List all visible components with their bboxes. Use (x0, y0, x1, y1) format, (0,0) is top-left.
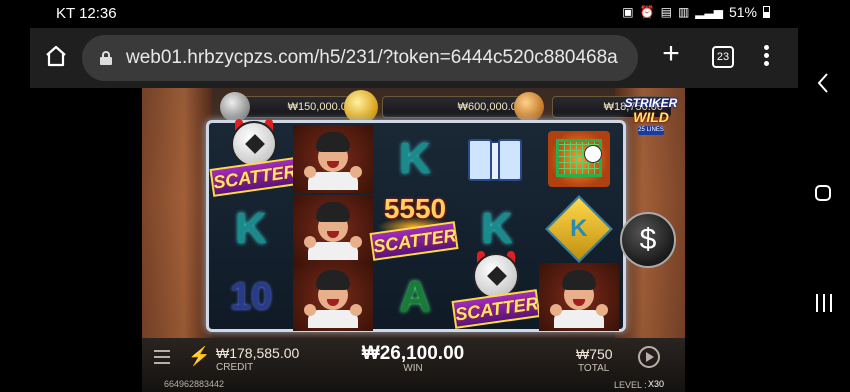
reel-cell: A (375, 263, 455, 331)
url-text[interactable]: web01.hrbzycpzs.com/h5/231/?token=6444c5… (126, 47, 618, 69)
scatter-label: SCATTER (209, 157, 299, 197)
reel-cell (539, 263, 619, 331)
phone-screen: KT 12:36 ▣ ⏰ ▤ ▥ ▂▃▅ 51% web01.hrbzycpzs… (0, 0, 850, 392)
win-label: WIN (403, 363, 423, 374)
signal-icon: ▂▃▅ (695, 5, 723, 19)
total-bet-value[interactable]: ₩750 (576, 346, 613, 362)
slot-game: ₩150,000.00 ₩600,000.00 ₩18,750.00 STRIK… (142, 88, 685, 392)
status-icons: ▣ ⏰ ▤ ▥ ▂▃▅ 51% (622, 4, 770, 20)
alarm-icon: ⏰ (639, 5, 655, 19)
jackpot-bar: ₩150,000.00 ₩600,000.00 ₩18,750.00 (212, 90, 672, 124)
credit-value: ₩178,585.00 (216, 345, 300, 361)
turbo-icon[interactable]: ⚡ (188, 346, 210, 368)
back-icon[interactable] (816, 72, 830, 94)
level-label: LEVEL : (614, 380, 647, 390)
lock-icon (100, 51, 112, 65)
symbol-a: A (399, 272, 431, 321)
reel-cell (293, 263, 373, 331)
reel-cell (539, 125, 619, 193)
buy-feature-button[interactable]: $ (620, 212, 676, 268)
reel-cell: K (539, 195, 619, 263)
player-symbol (548, 266, 610, 328)
diamond-k-symbol: K (545, 195, 613, 263)
symbol-k: K (399, 134, 431, 183)
nav-home-icon[interactable] (815, 185, 831, 201)
symbol-k: K (235, 204, 267, 253)
symbol-10: 10 (229, 275, 273, 318)
browser-toolbar: web01.hrbzycpzs.com/h5/231/?token=6444c5… (30, 28, 798, 88)
symbol-k: K (570, 215, 588, 242)
total-bet-label: TOTAL (578, 363, 610, 374)
scatter-win-symbol: 5550 SCATTER (369, 183, 459, 263)
5g-icon: ▥ (677, 5, 690, 19)
reel-cell (457, 125, 537, 193)
reel-cell: SCATTER (209, 119, 299, 197)
player-symbol (302, 128, 364, 190)
scatter-symbol: SCATTER (209, 119, 299, 199)
battery-percent: 51% (728, 4, 757, 20)
jersey-symbol (466, 131, 528, 187)
home-icon[interactable] (44, 44, 68, 68)
round-id: 664962883442 (164, 379, 225, 389)
hd-icon: ▤ (660, 5, 672, 19)
menu-icon[interactable] (154, 350, 170, 364)
address-bar[interactable]: web01.hrbzycpzs.com/h5/231/?token=6444c5… (82, 35, 638, 81)
status-bar: KT 12:36 ▣ ⏰ ▤ ▥ ▂▃▅ 51% (0, 0, 798, 28)
goal-symbol (548, 131, 610, 187)
recent-apps-icon[interactable] (816, 294, 832, 312)
reel-cell: K (211, 195, 291, 263)
new-tab-button[interactable]: + (658, 39, 684, 69)
reel-cell: 5550 SCATTER (369, 189, 459, 261)
player-symbol (302, 266, 364, 328)
silver-medal-icon (220, 92, 250, 122)
reel-cell: 10 (211, 263, 291, 331)
level-value: X30 (648, 379, 665, 389)
symbol-k: K (481, 204, 513, 253)
reel-grid: SCATTER K 10 K 5550 SCATTER A K SCATTER … (206, 119, 626, 332)
credit-label: CREDIT (216, 362, 254, 373)
more-menu-icon[interactable] (758, 42, 774, 70)
gold-medal-icon (344, 90, 378, 124)
autoplay-icon[interactable] (638, 346, 660, 368)
scatter-symbol: SCATTER (451, 251, 541, 331)
game-logo: STRIKER WILD 25 LINES (620, 94, 682, 136)
bronze-medal-icon (514, 92, 544, 122)
win-value: ₩26,100.00 (361, 343, 465, 364)
scatter-label: SCATTER (451, 289, 541, 329)
reel-cell: SCATTER (451, 251, 541, 329)
reel-cell (293, 125, 373, 193)
logo-title-2: WILD (633, 109, 669, 125)
status-time: KT 12:36 (56, 5, 117, 22)
reel-cell (293, 195, 373, 263)
scatter-win-amount: 5550 (383, 193, 447, 224)
logo-title-1: STRIKER (624, 96, 678, 110)
player-symbol (302, 198, 364, 260)
battery-icon (763, 6, 770, 18)
tab-switcher-button[interactable]: 23 (712, 46, 734, 68)
logo-badge: 25 LINES (638, 126, 664, 135)
system-nav-bar (798, 0, 850, 392)
notification-icon: ▣ (622, 5, 634, 19)
game-bottom-bar: ⚡ ₩178,585.00 CREDIT ₩26,100.00 WIN ₩750… (142, 338, 685, 392)
jackpot-gold: ₩600,000.00 (382, 96, 532, 118)
